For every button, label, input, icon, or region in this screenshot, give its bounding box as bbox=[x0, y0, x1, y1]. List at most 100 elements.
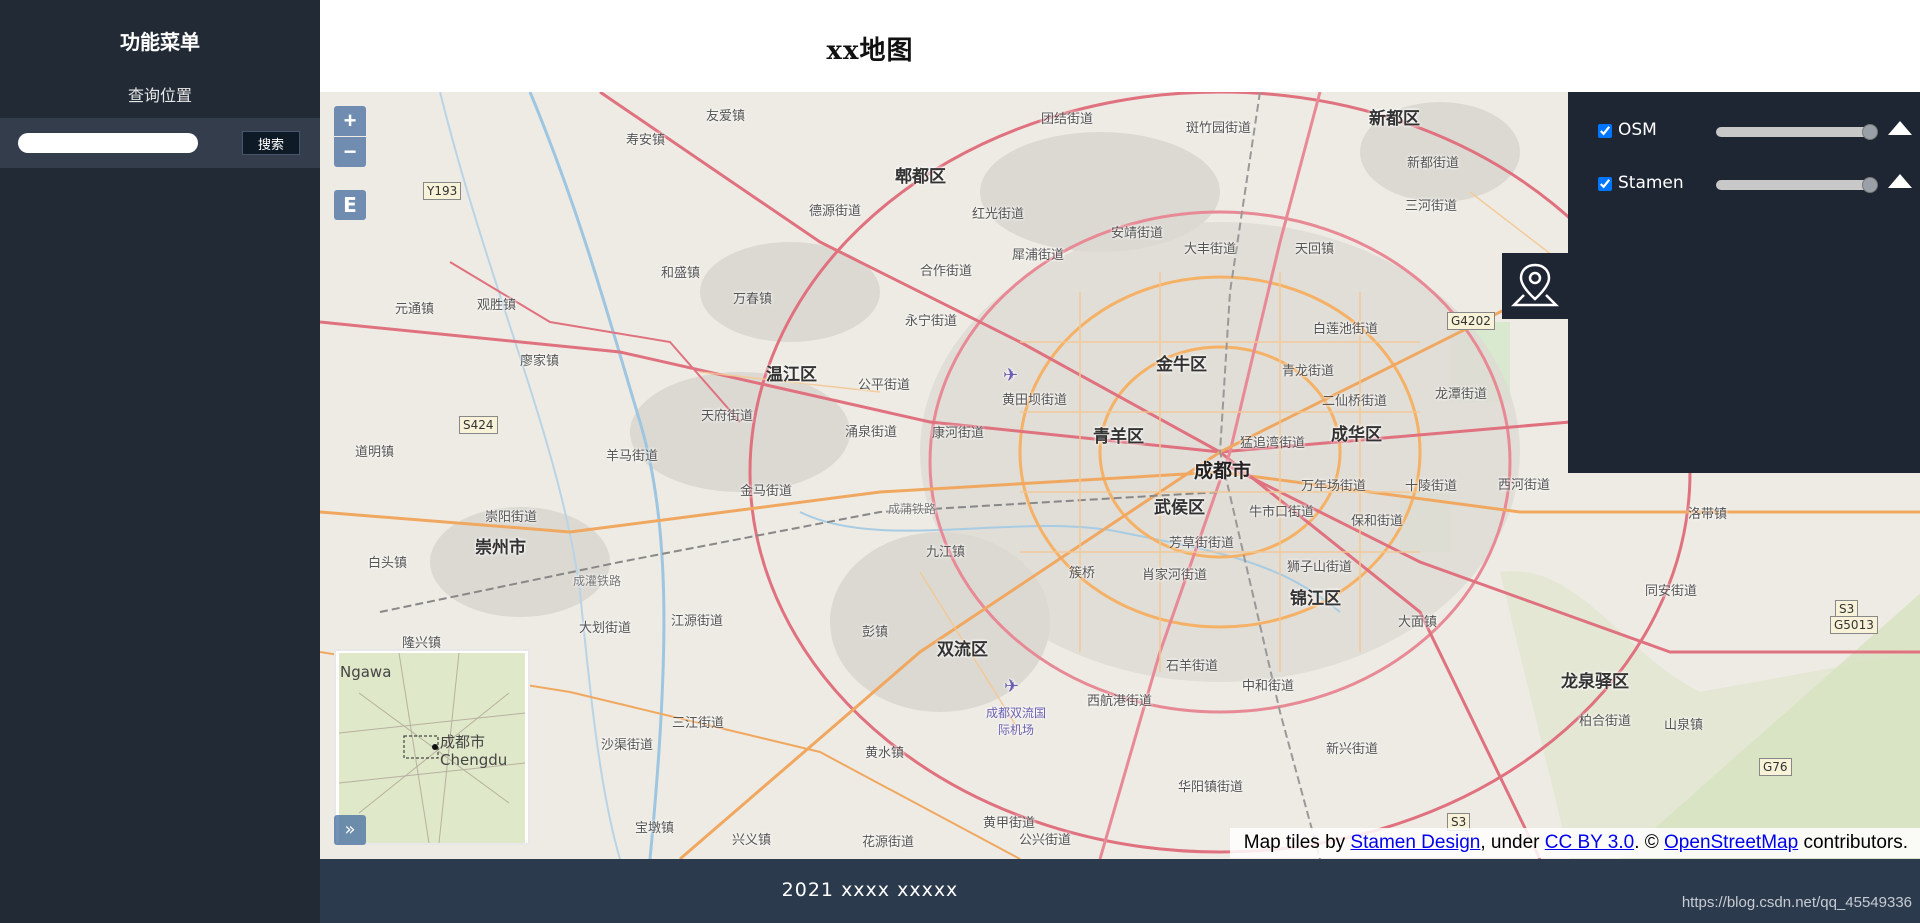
map-label: 德源街道 bbox=[809, 204, 862, 219]
map-label: 锦江区 bbox=[1290, 589, 1341, 609]
map-label: 大划街道 bbox=[579, 621, 632, 636]
map-label: 廖家镇 bbox=[520, 354, 560, 369]
map-attribution: Map tiles by Stamen Design, under CC BY … bbox=[1229, 828, 1920, 858]
map-label: 崇州市 bbox=[475, 538, 526, 558]
map-label: 安靖街道 bbox=[1111, 226, 1164, 241]
map-label: 康河街道 bbox=[932, 426, 985, 441]
map-label: 元通镇 bbox=[395, 302, 435, 317]
caret-up-icon[interactable] bbox=[1888, 121, 1912, 135]
locate-button[interactable] bbox=[1502, 253, 1568, 319]
map-label: 宝墩镇 bbox=[635, 821, 675, 836]
map-label: 新都区 bbox=[1369, 109, 1420, 129]
map-label: 花源街道 bbox=[862, 835, 915, 850]
airport-icon: ✈ bbox=[1004, 676, 1020, 697]
map-label: 双流区 bbox=[937, 640, 988, 660]
map-label: 武侯区 bbox=[1154, 498, 1205, 518]
map-label: 九江镇 bbox=[926, 545, 966, 560]
map-label: 青龙街道 bbox=[1282, 364, 1335, 379]
opacity-slider-stamen[interactable] bbox=[1716, 177, 1878, 193]
attribution-text: contributors. bbox=[1798, 832, 1908, 853]
map-label: 西河街道 bbox=[1498, 478, 1551, 493]
map-label: 山泉镇 bbox=[1664, 718, 1704, 733]
map-label: 石羊街道 bbox=[1166, 659, 1219, 674]
airport-label: 成都双流国际机场 bbox=[986, 706, 1047, 737]
zoom-to-extent-button[interactable]: E bbox=[334, 190, 366, 220]
map-label: 同安街道 bbox=[1645, 584, 1698, 599]
slider-knob[interactable] bbox=[1862, 177, 1878, 193]
airfield-icon: ✈ bbox=[1003, 365, 1019, 386]
map-label: 崇阳街道 bbox=[485, 510, 538, 525]
cc-license-link[interactable]: CC BY 3.0 bbox=[1545, 832, 1634, 853]
map-label: 合作街道 bbox=[920, 264, 973, 279]
layer-checkbox-stamen[interactable] bbox=[1598, 177, 1612, 191]
map-label: 大丰街道 bbox=[1184, 242, 1237, 257]
road-shield: Y193 bbox=[423, 182, 462, 200]
osm-link[interactable]: OpenStreetMap bbox=[1664, 832, 1798, 853]
road-shield: G4202 bbox=[1447, 312, 1495, 330]
map-label: 猛追湾街道 bbox=[1240, 436, 1306, 451]
zoom-in-button[interactable]: + bbox=[334, 106, 366, 136]
map-label: 羊马街道 bbox=[606, 449, 659, 464]
layer-switcher-panel: OSM Stamen bbox=[1568, 92, 1920, 473]
road-shield: G76 bbox=[1759, 758, 1792, 776]
header: xx地图 bbox=[320, 0, 1920, 92]
overview-label: Ngawa bbox=[340, 663, 392, 681]
zoom-out-button[interactable]: − bbox=[334, 137, 366, 167]
map-label: 公平街道 bbox=[858, 378, 911, 393]
map-label: 大面镇 bbox=[1398, 615, 1438, 630]
map-label: 中和街道 bbox=[1242, 679, 1295, 694]
map-label: 红光街道 bbox=[972, 207, 1025, 222]
search-button[interactable]: 搜索 bbox=[242, 131, 300, 155]
map-label: 芳草街街道 bbox=[1169, 536, 1235, 551]
map-label: 江源街道 bbox=[671, 614, 724, 629]
map-label: 柏合街道 bbox=[1579, 714, 1632, 729]
map-label: 公兴街道 bbox=[1019, 833, 1072, 848]
map-label: 和盛镇 bbox=[661, 266, 701, 281]
overview-label: Chengdu bbox=[440, 751, 508, 769]
map-label: 团结街道 bbox=[1041, 112, 1094, 127]
layer-checkbox-osm[interactable] bbox=[1598, 124, 1612, 138]
map-label: 保和街道 bbox=[1351, 514, 1404, 529]
attribution-text: , under bbox=[1480, 832, 1545, 853]
map-label: 万春镇 bbox=[733, 292, 773, 307]
map-label: 万年场街道 bbox=[1301, 479, 1367, 494]
map-label: 温江区 bbox=[766, 365, 817, 385]
map-label: 彭镇 bbox=[862, 625, 889, 640]
query-location-label: 查询位置 bbox=[127, 86, 192, 105]
attribution-text: Map tiles by bbox=[1243, 832, 1351, 853]
map-label: 龙潭街道 bbox=[1435, 387, 1488, 402]
layer-row-osm: OSM bbox=[1598, 119, 1912, 143]
overview-toggle-button[interactable]: » bbox=[334, 815, 366, 845]
stamen-link[interactable]: Stamen Design bbox=[1350, 832, 1480, 853]
search-input[interactable] bbox=[18, 133, 198, 153]
map-label: 兴义镇 bbox=[732, 833, 772, 848]
map-label: 成华区 bbox=[1331, 425, 1382, 445]
road-shield: S424 bbox=[459, 416, 498, 434]
map-label: 友爱镇 bbox=[706, 109, 746, 124]
map-label: 天府街道 bbox=[701, 409, 754, 424]
map-label: 三江街道 bbox=[672, 716, 725, 731]
map-label: 观胜镇 bbox=[477, 298, 517, 313]
map-label: 金牛区 bbox=[1156, 355, 1207, 375]
layer-label-osm: OSM bbox=[1618, 120, 1657, 140]
map-label: 三河街道 bbox=[1405, 199, 1458, 214]
map-label: 犀浦街道 bbox=[1012, 248, 1065, 263]
railway-label: 成蒲铁路 bbox=[888, 502, 937, 516]
sidebar: 功能菜单 查询位置 搜索 bbox=[0, 0, 320, 923]
map-label: 洛带镇 bbox=[1688, 507, 1728, 522]
map-label: 成都市 bbox=[1194, 460, 1252, 482]
caret-up-icon[interactable] bbox=[1888, 174, 1912, 188]
layer-label-stamen: Stamen bbox=[1618, 173, 1684, 193]
opacity-slider-osm[interactable] bbox=[1716, 124, 1878, 140]
map-label: 狮子山街道 bbox=[1287, 560, 1353, 575]
map-viewport[interactable]: 友爱镇 寿安镇 郫都区 团结街道 斑竹园街道 新都区 新都街道 三河街道 德源街… bbox=[320, 92, 1920, 859]
map-label: 道明镇 bbox=[355, 445, 395, 460]
map-label: 簇桥 bbox=[1069, 566, 1096, 581]
map-label: 牛市口街道 bbox=[1249, 505, 1315, 520]
map-label: 永宁街道 bbox=[905, 314, 958, 329]
slider-knob[interactable] bbox=[1862, 124, 1878, 140]
map-label: 肖家河街道 bbox=[1142, 568, 1208, 583]
map-label: 新兴街道 bbox=[1326, 742, 1379, 757]
page-title: xx地图 bbox=[826, 36, 914, 66]
search-row: 搜索 bbox=[0, 118, 320, 168]
